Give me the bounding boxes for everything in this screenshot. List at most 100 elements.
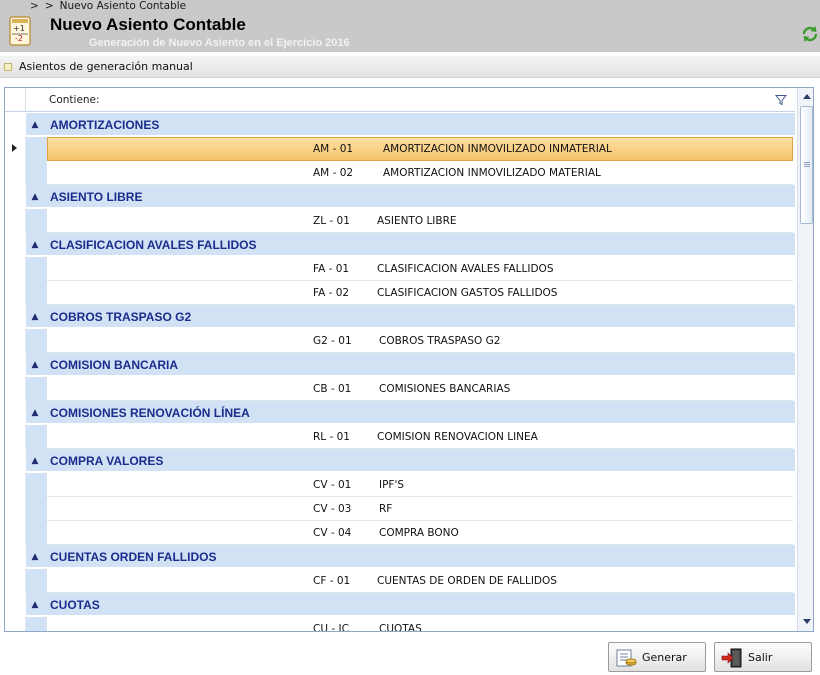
group-row[interactable]: ▲ CUENTAS ORDEN FALLIDOS: [5, 545, 795, 569]
row-indicator: [5, 617, 26, 631]
collapse-caret-icon[interactable]: ▲: [27, 117, 43, 133]
row-indicator: [5, 593, 26, 615]
collapse-caret-icon[interactable]: ▲: [27, 237, 43, 253]
salir-button[interactable]: Salir: [714, 642, 812, 672]
group-row[interactable]: ▲ AMORTIZACIONES: [5, 113, 795, 137]
entry-code: AM - 01: [313, 143, 354, 155]
collapse-caret-icon[interactable]: ▲: [27, 189, 43, 205]
entry-description: COMISION RENOVACION LINEA: [377, 431, 538, 443]
row-indicator: [5, 545, 26, 567]
table-row[interactable]: FA - 01 CLASIFICACION AVALES FALLIDOS: [5, 257, 795, 281]
entry-code: ZL - 01: [313, 215, 350, 227]
row-cell[interactable]: [47, 497, 793, 521]
table-row[interactable]: CU - IC CUOTAS: [5, 617, 795, 632]
table-row[interactable]: ZL - 01 ASIENTO LIBRE: [5, 209, 795, 233]
refresh-icon[interactable]: [800, 24, 820, 44]
group-label: AMORTIZACIONES: [50, 118, 160, 132]
table-row[interactable]: CV - 01 IPF'S: [5, 473, 795, 497]
svg-text:-2: -2: [15, 34, 23, 43]
page-subtitle: Generación de Nuevo Asiento en el Ejerci…: [89, 37, 350, 49]
group-row[interactable]: ▲ ASIENTO LIBRE: [5, 185, 795, 209]
table-row[interactable]: CV - 04 COMPRA BONO: [5, 521, 795, 545]
group-row[interactable]: ▲ COMPRA VALORES: [5, 449, 795, 473]
group-row[interactable]: ▲ CLASIFICACION AVALES FALLIDOS: [5, 233, 795, 257]
group-gutter: [26, 425, 47, 449]
group-row[interactable]: ▲ COMISIONES RENOVACIÓN LÍNEA: [5, 401, 795, 425]
grip-icon: [804, 162, 810, 163]
table-row[interactable]: AM - 01 AMORTIZACION INMOVILIZADO INMATER…: [5, 137, 795, 161]
expander-header: [26, 88, 46, 112]
entry-code: CV - 01: [313, 479, 352, 491]
scroll-up-button[interactable]: [799, 90, 813, 104]
calculator-icon: +1 -2: [9, 16, 31, 46]
group-gutter: [26, 521, 47, 545]
group-row[interactable]: ▲ COBROS TRASPASO G2: [5, 305, 795, 329]
generar-button[interactable]: Generar: [608, 642, 706, 672]
group-gutter: [26, 497, 47, 521]
entry-code: FA - 01: [313, 263, 350, 275]
row-indicator: [5, 185, 26, 207]
column-header-contiene[interactable]: Contiene:: [49, 94, 100, 106]
group-label: CUOTAS: [50, 598, 100, 612]
chevron-down-icon: [803, 619, 811, 624]
group-gutter: [26, 617, 47, 631]
group-label: COMISIONES RENOVACIÓN LÍNEA: [50, 406, 250, 420]
section-collapse-icon[interactable]: [4, 63, 12, 71]
row-indicator: [5, 137, 26, 161]
group-label: COMISION BANCARIA: [50, 358, 178, 372]
group-gutter: [26, 569, 47, 593]
collapse-caret-icon[interactable]: ▲: [27, 309, 43, 325]
group-label: ASIENTO LIBRE: [50, 190, 143, 204]
filter-icon[interactable]: [775, 94, 787, 106]
svg-text:+1: +1: [13, 24, 25, 33]
group-row[interactable]: ▲ COMISION BANCARIA: [5, 353, 795, 377]
entry-description: CUOTAS: [379, 623, 422, 632]
group-gutter: [26, 473, 47, 497]
exit-door-icon: [721, 648, 742, 668]
group-row[interactable]: ▲ CUOTAS: [5, 593, 795, 617]
scroll-down-button[interactable]: [799, 615, 813, 629]
page-title: Nuevo Asiento Contable: [50, 15, 246, 34]
table-row[interactable]: CV - 03 RF: [5, 497, 795, 521]
entry-code: FA - 02: [313, 287, 350, 299]
group-gutter: [26, 137, 47, 161]
table-row[interactable]: FA - 02 CLASIFICACION GASTOS FALLIDOS: [5, 281, 795, 305]
collapse-caret-icon[interactable]: ▲: [27, 549, 43, 565]
current-row-arrow-icon: [12, 144, 17, 152]
entries-grid[interactable]: Contiene: ▲ AMORTIZACIONES AM - 01 AMORTIZA…: [4, 87, 814, 632]
breadcrumb-current[interactable]: Nuevo Asiento Contable: [60, 0, 187, 12]
entry-description: ASIENTO LIBRE: [377, 215, 457, 227]
table-row[interactable]: AM - 02 AMORTIZACION INMOVILIZADO MATERIA…: [5, 161, 795, 185]
collapse-caret-icon[interactable]: ▲: [27, 357, 43, 373]
chevron-up-icon: [803, 94, 811, 99]
breadcrumb-separator: >: [44, 0, 54, 12]
row-indicator: [5, 209, 26, 233]
grid-header: Contiene:: [5, 88, 795, 112]
entry-description: IPF'S: [379, 479, 405, 491]
scroll-thumb[interactable]: [800, 106, 813, 224]
table-row[interactable]: G2 - 01 COBROS TRASPASO G2: [5, 329, 795, 353]
header-bar: > > Nuevo Asiento Contable +1 -2 Nuevo Asi…: [0, 0, 820, 52]
group-label: COMPRA VALORES: [50, 454, 164, 468]
breadcrumb-separator: >: [30, 0, 39, 12]
salir-label: Salir: [748, 651, 773, 664]
row-indicator: [5, 449, 26, 471]
vertical-scrollbar[interactable]: [797, 88, 813, 631]
row-indicator: [5, 353, 26, 375]
table-row[interactable]: RL - 01 COMISION RENOVACION LINEA: [5, 425, 795, 449]
group-gutter: [26, 161, 47, 185]
section-bar: Asientos de generación manual: [0, 56, 820, 78]
collapse-caret-icon[interactable]: ▲: [27, 453, 43, 469]
table-row[interactable]: CB - 01 COMISIONES BANCARIAS: [5, 377, 795, 401]
group-label: CUENTAS ORDEN FALLIDOS: [50, 550, 217, 564]
row-cell[interactable]: [47, 473, 793, 497]
collapse-caret-icon[interactable]: ▲: [27, 405, 43, 421]
row-indicator: [5, 329, 26, 353]
table-row[interactable]: CF - 01 CUENTAS DE ORDEN DE FALLIDOS: [5, 569, 795, 593]
row-indicator: [5, 497, 26, 521]
row-indicator: [5, 425, 26, 449]
collapse-caret-icon[interactable]: ▲: [27, 597, 43, 613]
section-label: Asientos de generación manual: [19, 60, 193, 73]
entry-description: CLASIFICACION GASTOS FALLIDOS: [377, 287, 558, 299]
row-indicator: [5, 257, 26, 281]
